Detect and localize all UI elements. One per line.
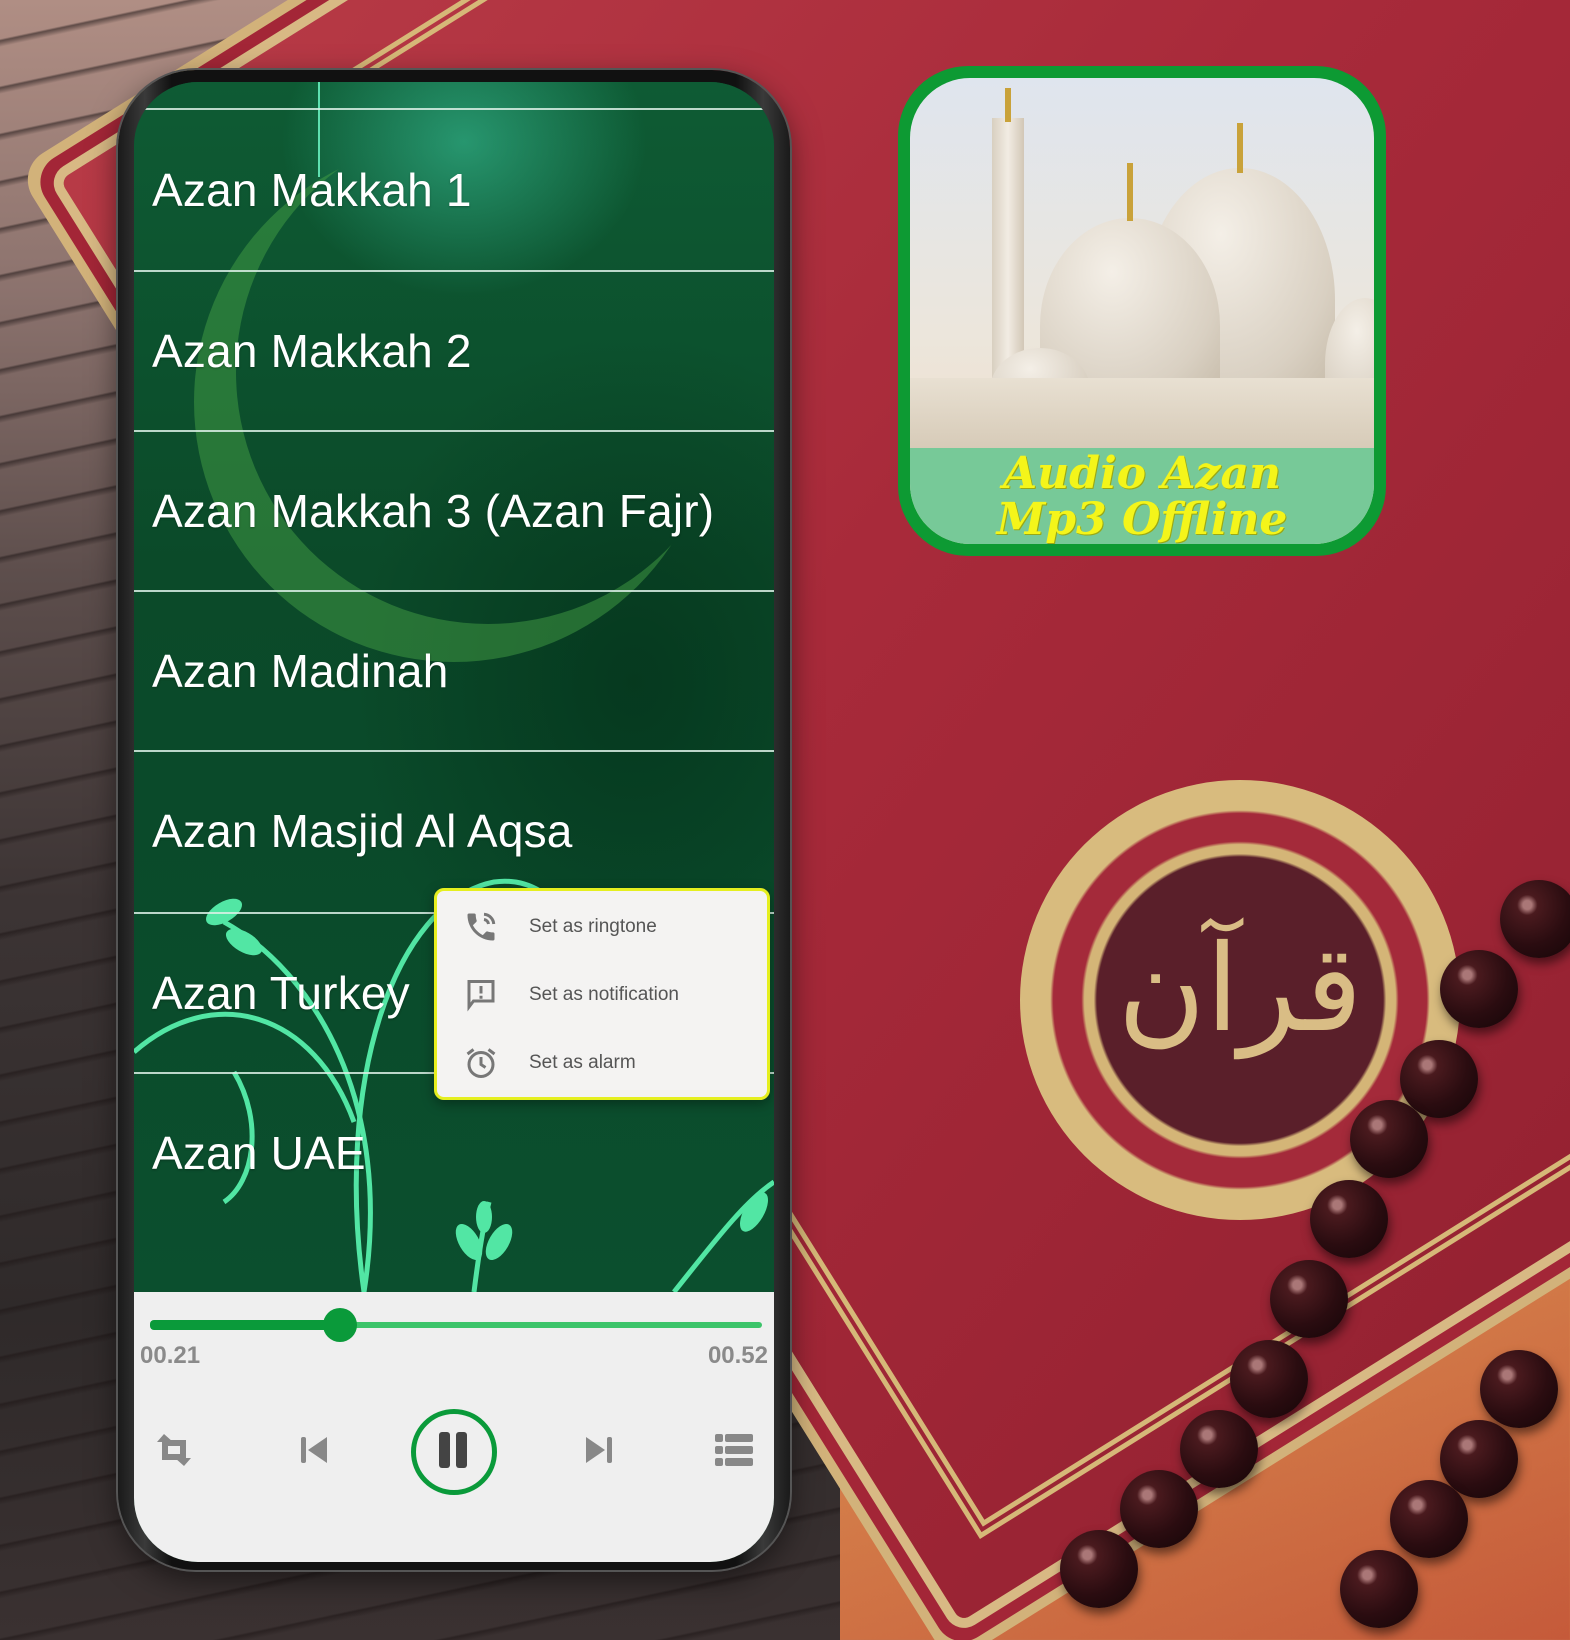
next-button[interactable]	[569, 1402, 629, 1502]
playlist-item[interactable]: Azan Makkah 2	[134, 270, 774, 430]
dome-finial	[1127, 163, 1133, 221]
menu-item-label: Set as alarm	[529, 1052, 636, 1073]
app-title-banner: Audio Azan Mp3 Offline	[910, 448, 1374, 544]
bead	[1060, 1530, 1138, 1608]
phone-frame: Azan Makkah 1 Azan Makkah 2 Azan Makkah …	[118, 70, 790, 1570]
dome-finial	[1237, 123, 1243, 173]
previous-button[interactable]	[284, 1402, 344, 1502]
track-title: Azan Makkah 3 (Azan Fajr)	[152, 485, 715, 537]
bead	[1180, 1410, 1258, 1488]
seek-bar[interactable]	[150, 1308, 762, 1342]
player-controls	[134, 1402, 774, 1502]
app-title-line1: Audio Azan	[1003, 448, 1281, 499]
bead	[1390, 1480, 1468, 1558]
pause-button[interactable]	[404, 1402, 504, 1502]
playlist-item[interactable]: Azan Madinah	[134, 590, 774, 750]
menu-item-label: Set as ringtone	[529, 916, 657, 937]
bead	[1120, 1470, 1198, 1548]
bead	[1340, 1550, 1418, 1628]
bead	[1500, 880, 1570, 958]
playlist-icon	[715, 1433, 753, 1471]
menu-item-label: Set as notification	[529, 984, 679, 1005]
phone-screen: Azan Makkah 1 Azan Makkah 2 Azan Makkah …	[134, 82, 774, 1562]
app-icon: Audio Azan Mp3 Offline	[898, 66, 1386, 556]
current-time: 00.21	[140, 1342, 201, 1369]
bead	[1440, 950, 1518, 1028]
repeat-button[interactable]	[144, 1402, 204, 1502]
minaret-finial	[1005, 88, 1011, 122]
pause-icon	[437, 1431, 471, 1473]
track-title: Azan Makkah 2	[152, 325, 472, 377]
total-time: 00.52	[707, 1342, 768, 1369]
track-title: Azan Masjid Al Aqsa	[152, 805, 573, 857]
menu-item-set-ringtone[interactable]: Set as ringtone	[437, 893, 767, 961]
app-icon-artwork: Audio Azan Mp3 Offline	[910, 78, 1374, 544]
notification-icon	[461, 975, 501, 1015]
bead	[1480, 1350, 1558, 1428]
track-title: Azan Turkey	[152, 967, 410, 1019]
menu-item-set-notification[interactable]: Set as notification	[437, 961, 767, 1029]
playlist-item[interactable]: Azan Makkah 1	[134, 108, 774, 270]
seek-thumb[interactable]	[322, 1308, 357, 1342]
phone-ringing-icon	[461, 907, 501, 947]
bead	[1350, 1100, 1428, 1178]
track-title: Azan Madinah	[152, 645, 449, 697]
playlist-item[interactable]: Azan Makkah 3 (Azan Fajr)	[134, 430, 774, 590]
previous-icon	[299, 1435, 329, 1470]
alarm-clock-icon	[461, 1043, 501, 1083]
track-title: Azan Makkah 1	[152, 164, 472, 216]
menu-item-set-alarm[interactable]: Set as alarm	[437, 1029, 767, 1097]
next-icon	[584, 1435, 614, 1470]
quran-calligraphy: قرآن	[1117, 920, 1363, 1059]
play-pause-ring	[411, 1409, 497, 1495]
repeat-icon	[154, 1432, 194, 1473]
playlist-item[interactable]: Azan Masjid Al Aqsa	[134, 750, 774, 910]
bead	[1310, 1180, 1388, 1258]
mosque-arcade	[910, 378, 1374, 448]
playlist-button[interactable]	[704, 1402, 764, 1502]
app-title-line2: Mp3 Offline	[996, 494, 1288, 544]
bead	[1230, 1340, 1308, 1418]
audio-player: 00.21 00.52	[134, 1292, 774, 1562]
seek-progress	[150, 1320, 340, 1330]
bead	[1270, 1260, 1348, 1338]
track-title: Azan UAE	[152, 1127, 366, 1179]
track-options-menu: Set as ringtone Set as notification Set …	[434, 888, 770, 1100]
